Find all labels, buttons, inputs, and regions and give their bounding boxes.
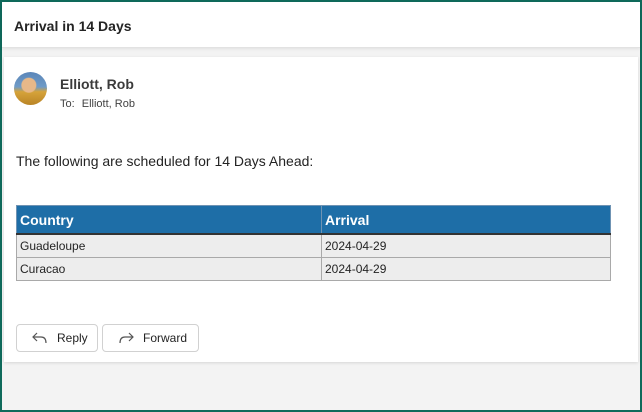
forward-label: Forward (143, 331, 188, 345)
to-label: To: (60, 98, 75, 110)
sender-name[interactable]: Elliott, Rob (60, 76, 134, 92)
sender-avatar[interactable] (14, 72, 47, 105)
column-header-country: Country (16, 205, 322, 235)
message-subject: Arrival in 14 Days (14, 18, 132, 34)
forward-button[interactable]: Forward (102, 324, 199, 352)
table-header-row: Country Arrival (16, 205, 611, 235)
schedule-table: Country Arrival Guadeloupe 2024-04-29 Cu… (16, 205, 611, 281)
arrival-cell: 2024-04-29 (321, 257, 611, 281)
column-header-arrival: Arrival (321, 205, 611, 235)
message-card: Elliott, Rob To: Elliott, Rob The follow… (4, 57, 638, 362)
table-row: Curacao 2024-04-29 (16, 257, 611, 281)
mail-reading-pane: Arrival in 14 Days Elliott, Rob To: Elli… (0, 0, 642, 412)
recipient-name[interactable]: Elliott, Rob (82, 98, 135, 110)
country-cell: Curacao (16, 257, 322, 281)
recipient-line: To: Elliott, Rob (60, 98, 135, 110)
reply-arrow-icon (31, 331, 49, 345)
country-cell: Guadeloupe (16, 233, 322, 258)
arrival-cell: 2024-04-29 (321, 233, 611, 258)
table-row: Guadeloupe 2024-04-29 (16, 233, 611, 258)
reply-button[interactable]: Reply (16, 324, 98, 352)
subject-bar: Arrival in 14 Days (2, 2, 640, 48)
forward-arrow-icon (117, 331, 135, 345)
reply-label: Reply (57, 331, 88, 345)
message-body-intro: The following are scheduled for 14 Days … (16, 153, 314, 169)
